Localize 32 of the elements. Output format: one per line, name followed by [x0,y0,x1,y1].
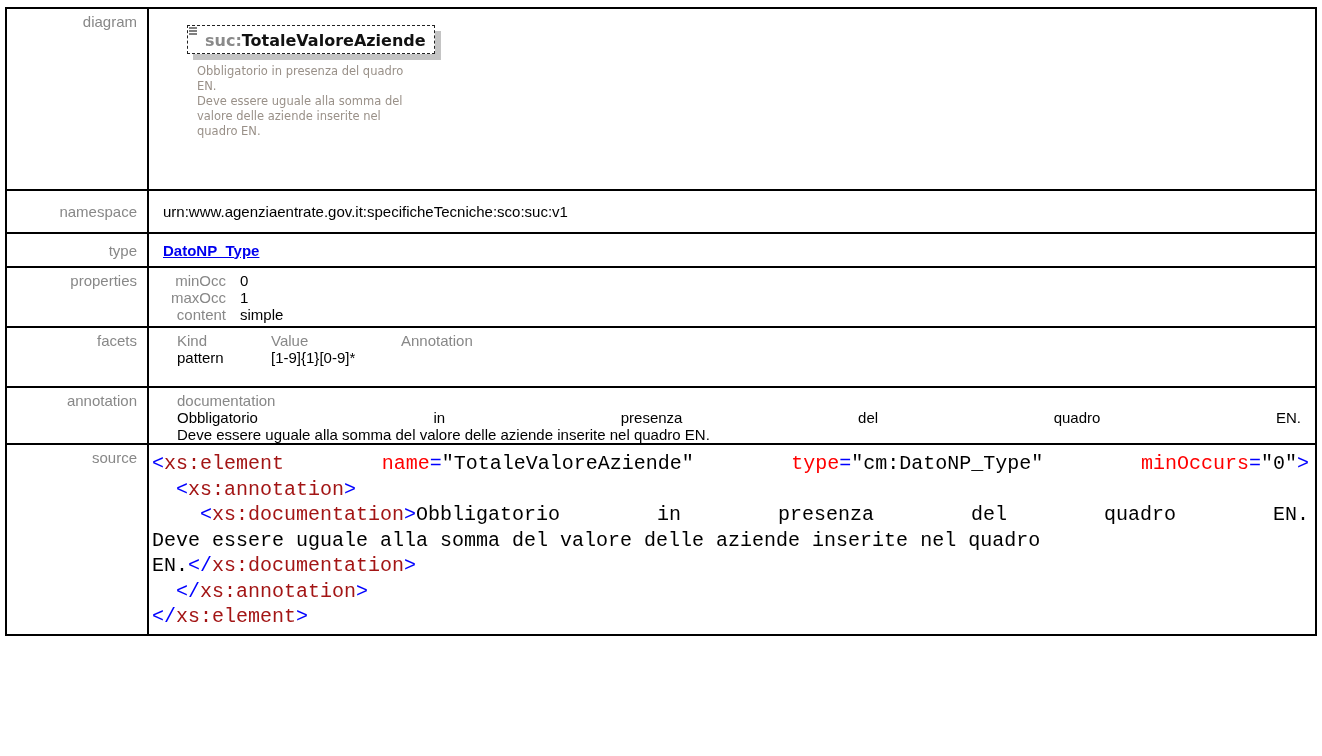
code-line: Deve essere uguale alla somma del valore delle aziende inserite nel quadro [152,527,1042,553]
facet-column-header: Kind [177,332,209,349]
property-name: maxOcc [171,289,226,306]
code-line: <xs:documentation>Obbligatorio in presenza del quadro EN. [199,502,1309,528]
property-value: simple [240,306,284,323]
documentation-heading: documentation [177,392,277,409]
facet-column-header: Value [271,332,310,349]
row-label: source [91,449,137,466]
code-line: </xs:annotation> [175,578,370,604]
type-link[interactable]: DatoNP_Type [163,241,260,259]
code-line: EN.</xs:documentation> [152,553,418,579]
property-value: 0 [240,272,250,289]
property-name: minOcc [174,272,226,289]
row-label: facets [96,332,137,349]
code-line: <xs:element name="TotaleValoreAziende" type="cm:DatoNP_Type" minOccurs="0"> [152,451,1309,477]
property-value: 1 [240,289,250,306]
facet-kind: pattern [177,349,225,366]
list-icon [189,27,198,35]
row-label: diagram [82,13,137,30]
row-label: type [108,241,137,259]
code-line: <xs:annotation> [175,476,358,502]
row-label: namespace [59,203,137,220]
namespace-value: urn:www.agenziaentrate.gov.it:specificheTecniche:sco:suc:v1 [163,203,568,220]
documentation-text: Deve essere uguale alla somma del valore delle aziende inserite nel quadro EN. [177,426,711,443]
row-label: annotation [66,392,137,409]
element-description: Obbligatorio in presenza del quadro EN. Deve essere uguale alla somma del valore delle aziende inserite nel quadro EN. [197,64,405,139]
documentation-text: Obbligatorio in presenza del quadro EN. [177,409,1301,426]
facet-value: [1-9]{1}[0-9]* [271,349,357,366]
property-name: content [175,306,226,323]
facet-column-header: Annotation [401,332,473,349]
code-line: </xs:element> [152,604,310,630]
row-label: properties [70,272,137,289]
